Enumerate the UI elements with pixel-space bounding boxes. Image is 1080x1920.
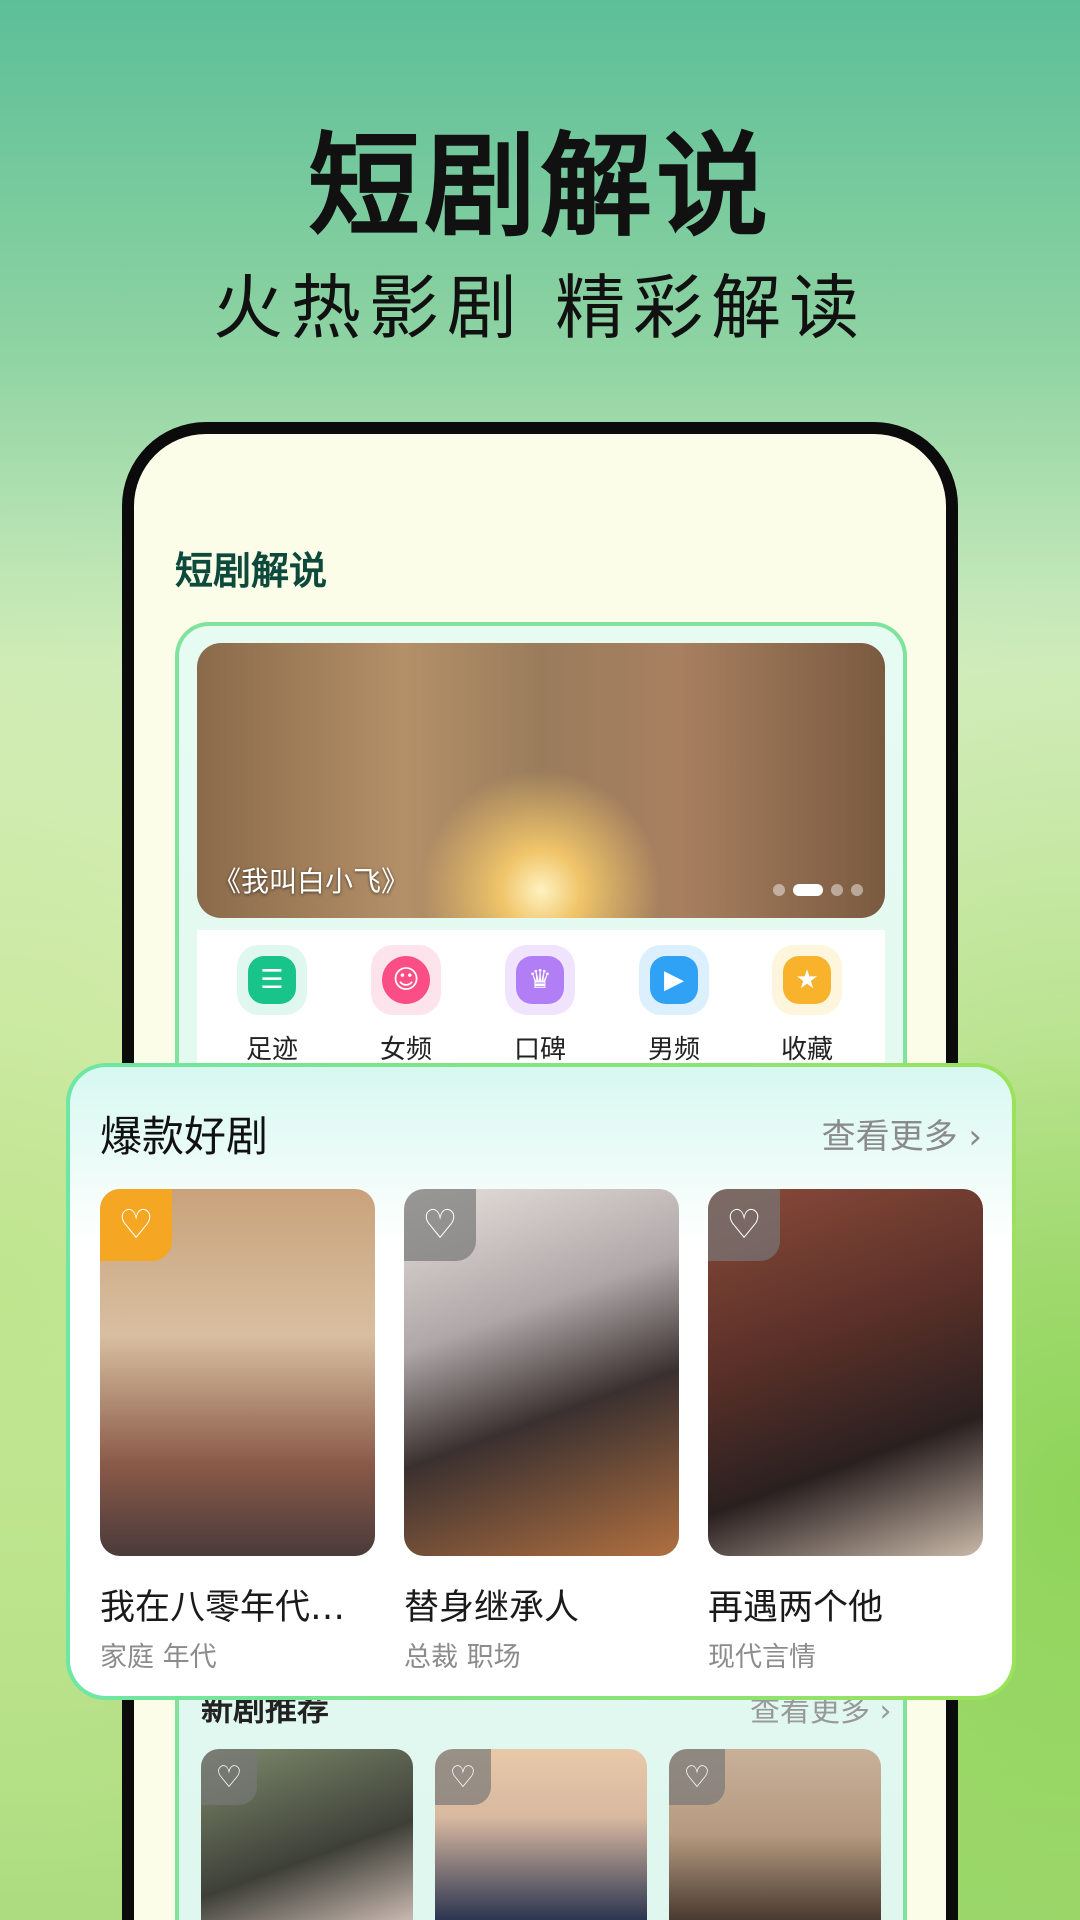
heart-plus-icon[interactable]: ♡ (404, 1189, 476, 1261)
quick-link-history[interactable]: ☰ 足迹 (227, 945, 317, 1066)
star-icon: ★ (783, 956, 831, 1004)
quick-link-label: 收藏 (780, 1035, 833, 1065)
drama-title[interactable]: 我在八零年代… (100, 1579, 345, 1630)
new-drama-poster[interactable]: ♡ (669, 1749, 881, 1920)
heart-plus-icon[interactable]: ♡ (708, 1189, 780, 1261)
crown-icon: ♛ (516, 956, 564, 1004)
list-icon: ☰ (248, 956, 296, 1004)
hot-more-link[interactable]: 查看更多 › (822, 1109, 982, 1158)
new-drama-poster[interactable]: ♡ (435, 1749, 647, 1920)
heart-plus-icon[interactable]: ♡ (435, 1749, 491, 1805)
drama-title[interactable]: 替身继承人 (404, 1579, 579, 1630)
heart-plus-icon[interactable]: ♡ (669, 1749, 725, 1805)
banner-caption: 《我叫白小飞》 (213, 865, 410, 898)
hero-subtitle: 火热影剧 精彩解读 (212, 267, 868, 349)
quick-link-label: 男频 (647, 1035, 700, 1065)
quick-links: ☰ 足迹 ☺ 女频 ♛ 口碑 ▶ 男频 ★ 收藏 (197, 930, 885, 1065)
carousel-dot[interactable] (851, 884, 863, 896)
drama-poster[interactable]: ♡ (708, 1189, 983, 1556)
quick-link-label: 口碑 (513, 1035, 566, 1065)
hot-dramas-card: 爆款好剧 查看更多 › ♡ 我在八零年代… 家庭 年代 ♡ 替身继承人 总裁 职… (66, 1063, 1016, 1700)
smile-bubble-icon: ☺ (382, 956, 430, 1004)
hero-title: 短剧解说 (308, 122, 772, 252)
carousel-dot-active[interactable] (793, 884, 823, 896)
heart-check-icon[interactable]: ♡ (100, 1189, 172, 1261)
drama-poster[interactable]: ♡ (404, 1189, 679, 1556)
banner-carousel[interactable]: 《我叫白小飞》 (197, 643, 885, 918)
quick-link-label: 足迹 (245, 1035, 298, 1065)
drama-poster[interactable]: ♡ (100, 1189, 375, 1556)
quick-link-reputation[interactable]: ♛ 口碑 (495, 945, 585, 1066)
drama-tags: 总裁 职场 (404, 1642, 521, 1673)
quick-link-female[interactable]: ☺ 女频 (361, 945, 451, 1066)
quick-link-favorites[interactable]: ★ 收藏 (762, 945, 852, 1066)
quick-link-male[interactable]: ▶ 男频 (629, 945, 719, 1066)
play-icon: ▶ (650, 956, 698, 1004)
drama-tags: 现代言情 (708, 1642, 816, 1673)
heart-plus-icon[interactable]: ♡ (201, 1749, 257, 1805)
drama-title[interactable]: 再遇两个他 (708, 1579, 883, 1630)
carousel-dot[interactable] (831, 884, 843, 896)
carousel-indicator (773, 884, 863, 896)
hot-section-title: 爆款好剧 (100, 1112, 269, 1161)
quick-link-label: 女频 (379, 1035, 432, 1065)
carousel-dot[interactable] (773, 884, 785, 896)
drama-tags: 家庭 年代 (100, 1642, 217, 1673)
new-drama-poster[interactable]: ♡ (201, 1749, 413, 1920)
app-title: 短剧解说 (175, 549, 328, 593)
